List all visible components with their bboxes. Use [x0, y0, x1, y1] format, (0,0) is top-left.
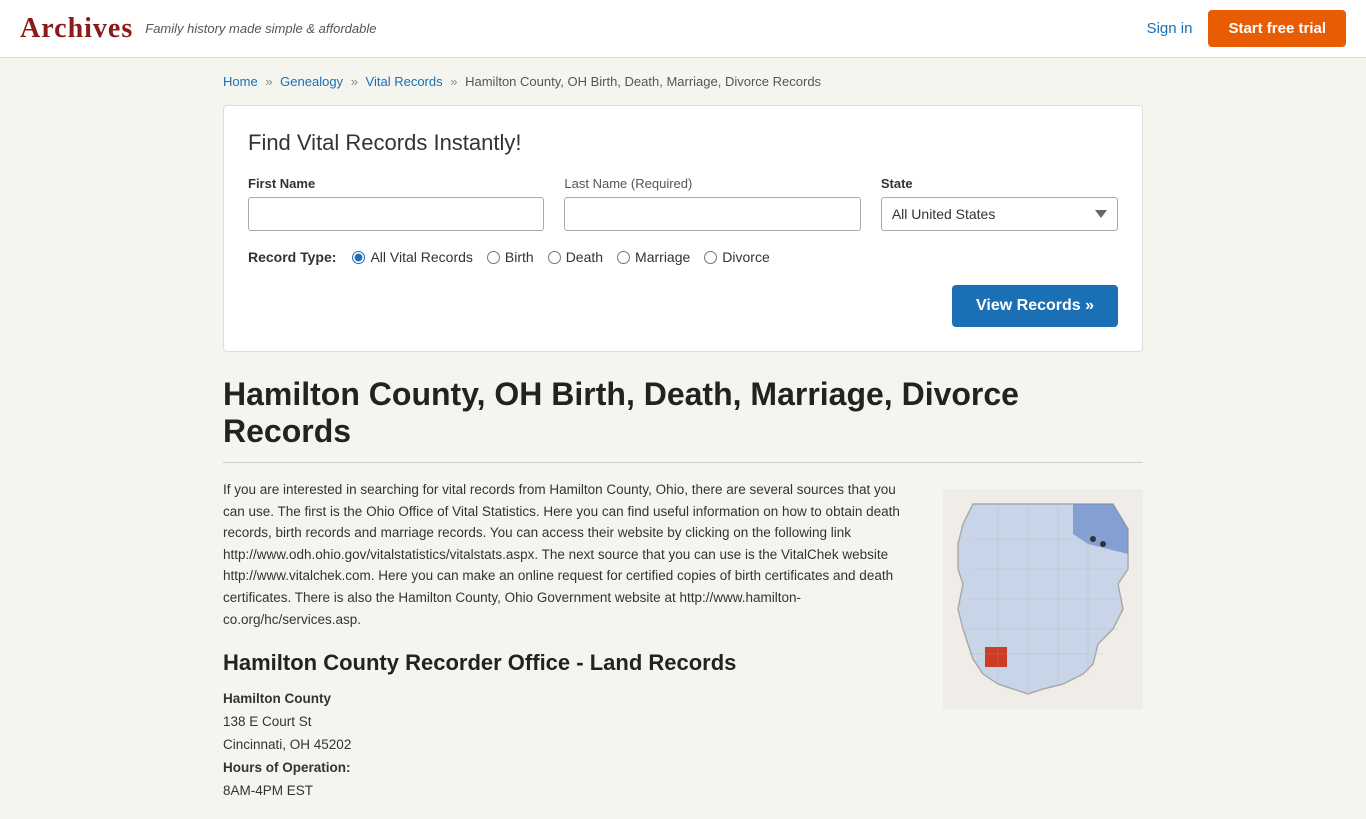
- breadcrumb-home[interactable]: Home: [223, 74, 258, 89]
- breadcrumb: Home » Genealogy » Vital Records » Hamil…: [223, 74, 1143, 89]
- radio-marriage-input[interactable]: [617, 251, 630, 264]
- required-indicator: (Required): [631, 176, 692, 191]
- header-right: Sign in Start free trial: [1147, 10, 1346, 47]
- radio-all-vital[interactable]: All Vital Records: [352, 249, 472, 265]
- radio-death[interactable]: Death: [548, 249, 603, 265]
- radio-death-input[interactable]: [548, 251, 561, 264]
- breadcrumb-genealogy[interactable]: Genealogy: [280, 74, 343, 89]
- recorder-title: Hamilton County Recorder Office - Land R…: [223, 650, 913, 676]
- search-title: Find Vital Records Instantly!: [248, 130, 1118, 156]
- address-hours: Hours of Operation: 8AM-4PM EST: [223, 757, 913, 798]
- content-area: If you are interested in searching for v…: [223, 479, 1143, 803]
- record-type-row: Record Type: All Vital Records Birth Dea…: [248, 249, 1118, 265]
- radio-birth[interactable]: Birth: [487, 249, 534, 265]
- sign-in-link[interactable]: Sign in: [1147, 20, 1193, 37]
- state-label: State: [881, 176, 1118, 191]
- address-city: Cincinnati, OH 45202: [223, 737, 351, 752]
- breadcrumb-sep-2: »: [351, 74, 358, 89]
- page-title: Hamilton County, OH Birth, Death, Marria…: [223, 376, 1143, 463]
- intro-paragraph: If you are interested in searching for v…: [223, 479, 913, 630]
- radio-birth-input[interactable]: [487, 251, 500, 264]
- first-name-input[interactable]: [248, 197, 544, 231]
- breadcrumb-current: Hamilton County, OH Birth, Death, Marria…: [465, 74, 821, 89]
- site-logo: Archives: [20, 13, 133, 45]
- breadcrumb-sep-3: »: [450, 74, 457, 89]
- start-trial-button[interactable]: Start free trial: [1208, 10, 1346, 47]
- last-name-group: Last Name (Required): [564, 176, 860, 231]
- radio-all-vital-label: All Vital Records: [370, 249, 472, 265]
- address-street: 138 E Court St: [223, 714, 312, 729]
- content-text: If you are interested in searching for v…: [223, 479, 913, 803]
- address-hours-label: Hours of Operation:: [223, 757, 913, 780]
- radio-birth-label: Birth: [505, 249, 534, 265]
- last-name-input[interactable]: [564, 197, 860, 231]
- radio-marriage[interactable]: Marriage: [617, 249, 690, 265]
- breadcrumb-sep-1: »: [265, 74, 272, 89]
- state-select[interactable]: All United States Alabama Alaska Arizona…: [881, 197, 1118, 231]
- site-header: Archives Family history made simple & af…: [0, 0, 1366, 58]
- first-name-group: First Name: [248, 176, 544, 231]
- radio-divorce-input[interactable]: [704, 251, 717, 264]
- ohio-map: [943, 489, 1143, 709]
- record-type-label: Record Type:: [248, 249, 336, 265]
- radio-all-vital-input[interactable]: [352, 251, 365, 264]
- last-name-label: Last Name (Required): [564, 176, 860, 191]
- radio-divorce-label: Divorce: [722, 249, 769, 265]
- address-hours-value: 8AM-4PM EST: [223, 783, 313, 798]
- state-group: State All United States Alabama Alaska A…: [881, 176, 1118, 231]
- header-left: Archives Family history made simple & af…: [20, 13, 376, 45]
- view-records-button[interactable]: View Records »: [952, 285, 1118, 327]
- main-content: Home » Genealogy » Vital Records » Hamil…: [203, 58, 1163, 819]
- radio-death-label: Death: [566, 249, 603, 265]
- breadcrumb-vital-records[interactable]: Vital Records: [366, 74, 443, 89]
- radio-divorce[interactable]: Divorce: [704, 249, 769, 265]
- ohio-map-container: [943, 489, 1143, 803]
- address-block: Hamilton County 138 E Court St Cincinnat…: [223, 688, 913, 803]
- radio-marriage-label: Marriage: [635, 249, 690, 265]
- first-name-label: First Name: [248, 176, 544, 191]
- site-tagline: Family history made simple & affordable: [145, 21, 376, 36]
- search-box: Find Vital Records Instantly! First Name…: [223, 105, 1143, 352]
- search-fields: First Name Last Name (Required) State Al…: [248, 176, 1118, 231]
- radio-group: All Vital Records Birth Death Marriage D…: [352, 249, 769, 265]
- address-name: Hamilton County: [223, 688, 913, 711]
